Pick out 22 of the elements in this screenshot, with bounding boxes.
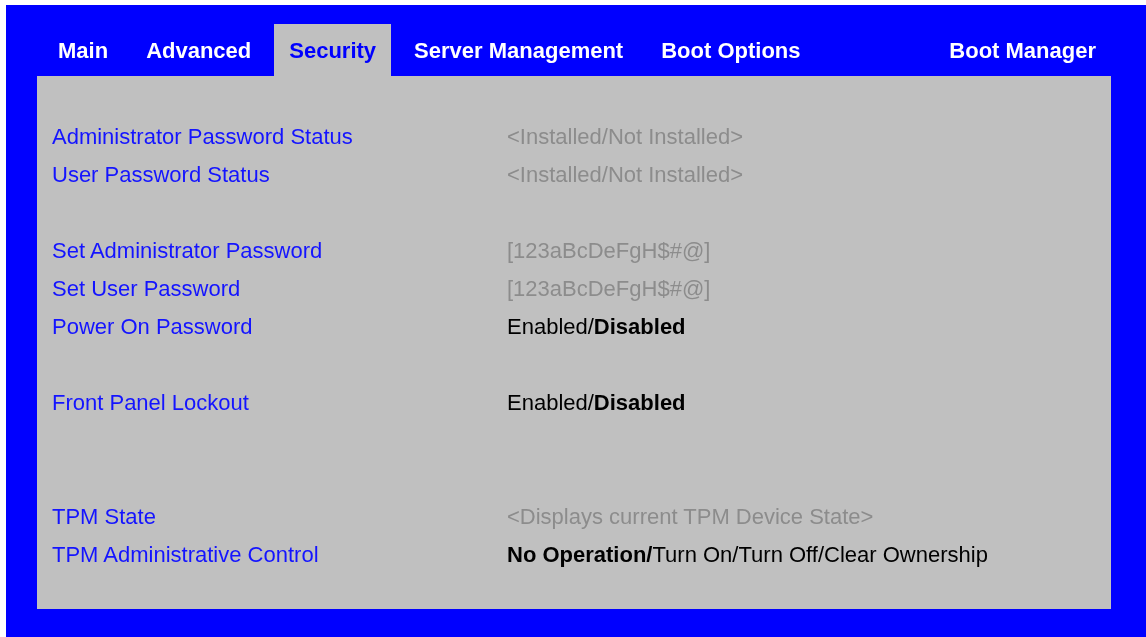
setting-label[interactable]: Set Administrator Password [52,233,507,267]
tab[interactable]: Security [274,24,392,76]
option[interactable]: Turn Off/ [738,537,825,571]
option[interactable]: Turn On/ [652,537,739,571]
tab[interactable]: Boot Manager [934,24,1111,76]
option[interactable]: Clear Ownership [824,537,988,571]
setting-label[interactable]: TPM Administrative Control [52,537,507,571]
tab[interactable]: Server Management [399,24,639,76]
option[interactable]: No Operation/ [507,537,653,571]
option[interactable]: Enabled/ [507,309,594,343]
tab[interactable]: Advanced [131,24,267,76]
tab[interactable]: Main [43,24,124,76]
setting-label[interactable]: Front Panel Lockout [52,385,507,419]
setting-label[interactable]: TPM State [52,499,507,533]
setting-label[interactable]: Administrator Password Status [52,119,507,153]
setting-label[interactable]: Power On Password [52,309,507,343]
setting-label[interactable]: User Password Status [52,157,507,191]
option[interactable]: Enabled/ [507,385,594,419]
setting-label[interactable]: Set User Password [52,271,507,305]
tab[interactable]: Boot Options [646,24,816,76]
option[interactable]: Disabled [593,309,686,343]
option[interactable]: Disabled [593,385,686,419]
